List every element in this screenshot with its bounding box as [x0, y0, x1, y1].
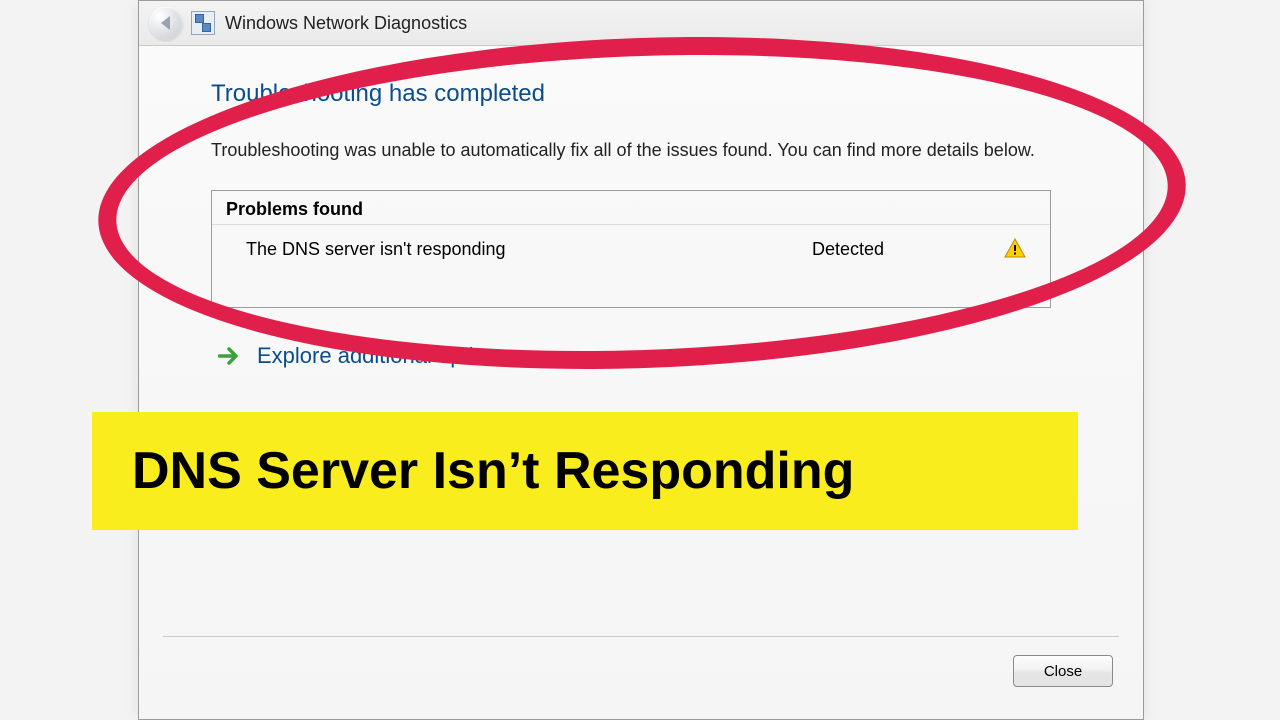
problems-found-box: Problems found The DNS server isn't resp… — [211, 190, 1051, 308]
back-button[interactable] — [149, 6, 183, 40]
close-button[interactable]: Close — [1013, 655, 1113, 687]
divider — [163, 636, 1119, 637]
result-description: Troubleshooting was unable to automatica… — [211, 136, 1051, 164]
network-diagnostics-icon — [191, 11, 215, 35]
troubleshooter-dialog: Windows Network Diagnostics Troubleshoot… — [138, 0, 1144, 720]
arrow-left-icon — [161, 16, 170, 30]
explore-additional-options[interactable]: Explore additional options — [211, 342, 1083, 370]
problem-row[interactable]: The DNS server isn't responding Detected — [212, 225, 1050, 267]
arrow-right-icon — [215, 342, 243, 370]
page-heading: Troubleshooting has completed — [211, 80, 1083, 108]
problem-status: Detected — [812, 239, 1002, 260]
window-title: Windows Network Diagnostics — [225, 13, 467, 34]
problem-text: The DNS server isn't responding — [246, 239, 812, 260]
title-bar: Windows Network Diagnostics — [139, 1, 1143, 46]
dialog-body: Troubleshooting has completed Troublesho… — [139, 46, 1143, 521]
view-detailed-information[interactable]: View detailed information — [211, 500, 412, 521]
problems-found-header: Problems found — [212, 191, 1050, 225]
warning-icon — [1002, 237, 1028, 261]
explore-label: Explore additional options — [257, 343, 509, 369]
